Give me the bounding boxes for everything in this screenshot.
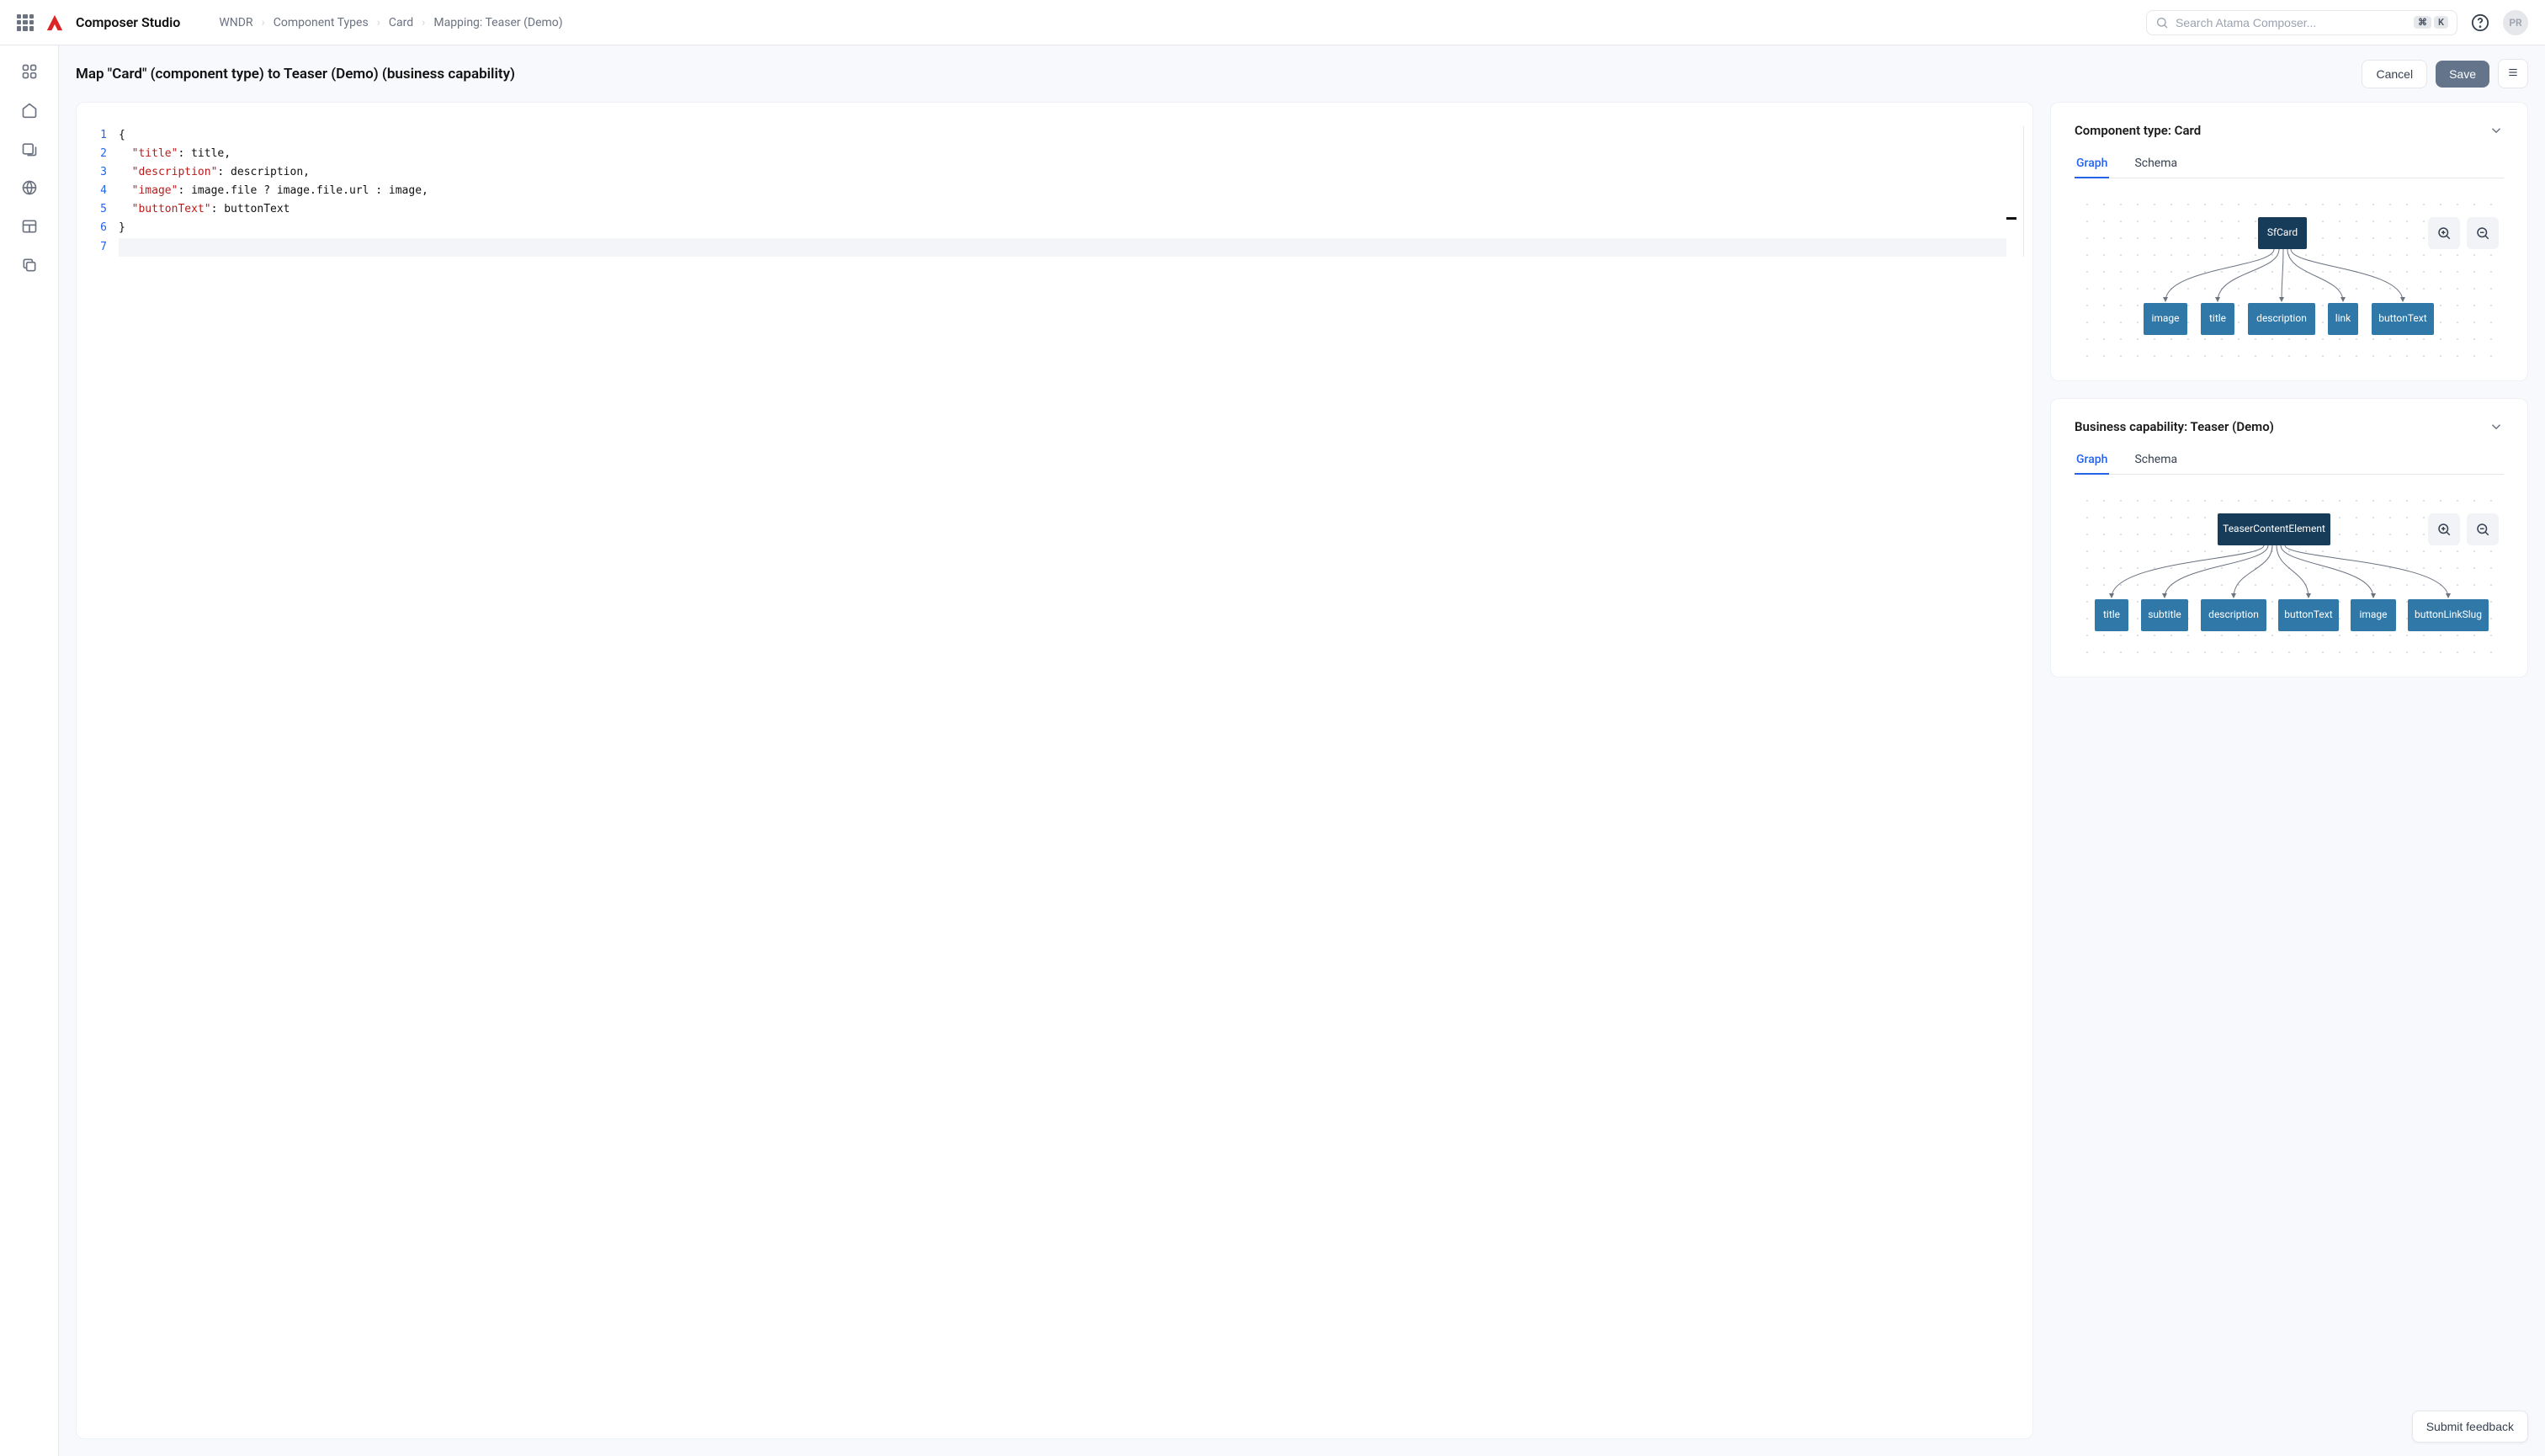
page-actions: Cancel Save [2362, 59, 2528, 88]
panel-title: Component type: Card [2075, 123, 2201, 138]
search-input-container[interactable]: ⌘ K [2146, 10, 2457, 35]
graph-canvas[interactable]: TeaserContentElement title subtitle desc… [2075, 488, 2504, 656]
component-type-panel: Component type: Card Graph Schema [2050, 102, 2528, 381]
graph-node: description [2208, 608, 2259, 620]
code-key: "title" [132, 147, 178, 160]
graph-svg: SfCard image title description link butt [2075, 192, 2504, 360]
app-title: Composer Studio [76, 14, 180, 30]
graph-node: description [2256, 312, 2307, 324]
graph-node: buttonText [2284, 608, 2332, 620]
graph-canvas[interactable]: SfCard image title description link butt [2075, 192, 2504, 360]
graph-node: image [2359, 608, 2387, 620]
copy-icon[interactable] [20, 256, 39, 274]
app-header: Composer Studio WNDR › Component Types ›… [0, 0, 2545, 45]
tabs: Graph Schema [2075, 446, 2504, 475]
line-number: 3 [77, 163, 107, 182]
keyboard-shortcut: ⌘ K [2414, 16, 2448, 29]
graph-node: title [2209, 312, 2226, 324]
kbd-cmd: ⌘ [2414, 16, 2431, 29]
chevron-right-icon: › [377, 16, 380, 29]
line-number: 6 [77, 219, 107, 237]
code-text: { [119, 129, 125, 141]
breadcrumb-item[interactable]: WNDR [219, 16, 252, 29]
line-number: 4 [77, 182, 107, 200]
apps-grid-icon[interactable] [17, 14, 34, 31]
more-menu-button[interactable] [2498, 59, 2528, 88]
search-icon [2155, 16, 2169, 29]
chevron-down-icon[interactable] [2489, 419, 2504, 434]
line-number: 2 [77, 145, 107, 163]
breadcrumb-item[interactable]: Card [389, 16, 413, 29]
panel-header: Business capability: Teaser (Demo) [2075, 419, 2504, 434]
tab-schema[interactable]: Schema [2133, 150, 2179, 178]
graph-node-root: SfCard [2267, 226, 2298, 238]
graph-node: link [2335, 312, 2351, 324]
logo-icon[interactable] [45, 13, 64, 32]
graph-node: image [2151, 312, 2179, 324]
line-number: 7 [77, 238, 107, 257]
chevron-down-icon[interactable] [2489, 123, 2504, 138]
line-number: 1 [77, 126, 107, 145]
panel-header: Component type: Card [2075, 123, 2504, 138]
code-key: "image" [132, 184, 178, 197]
kbd-k: K [2434, 16, 2448, 29]
content-area: 1 2 3 4 5 6 7 { "title": title, "descrip… [59, 102, 2545, 1456]
home-icon[interactable] [20, 101, 39, 120]
panel-title: Business capability: Teaser (Demo) [2075, 419, 2274, 434]
gallery-icon[interactable] [20, 140, 39, 158]
page-title: Map "Card" (component type) to Teaser (D… [76, 66, 515, 82]
cancel-button[interactable]: Cancel [2362, 60, 2427, 88]
code-key: "buttonText" [132, 203, 211, 215]
graph-svg: TeaserContentElement title subtitle desc… [2075, 488, 2504, 656]
line-gutter: 1 2 3 4 5 6 7 [77, 126, 119, 257]
header-left: Composer Studio [17, 13, 180, 32]
code-content[interactable]: { "title": title, "description": descrip… [119, 126, 2024, 257]
page-header: Map "Card" (component type) to Teaser (D… [59, 45, 2545, 102]
dashboard-icon[interactable] [20, 62, 39, 81]
main-content: Map "Card" (component type) to Teaser (D… [59, 45, 2545, 1456]
tab-graph[interactable]: Graph [2075, 446, 2109, 475]
chevron-right-icon: › [422, 16, 425, 29]
tab-schema[interactable]: Schema [2133, 446, 2179, 475]
code-text: : buttonText [211, 203, 290, 215]
right-column: Component type: Card Graph Schema [2050, 102, 2528, 1439]
graph-node: title [2103, 608, 2120, 620]
graph-node-root: TeaserContentElement [2223, 523, 2325, 534]
chevron-right-icon: › [262, 16, 265, 29]
sidebar [0, 45, 59, 1456]
globe-icon[interactable] [20, 178, 39, 197]
layout-icon[interactable] [20, 217, 39, 236]
line-number: 5 [77, 200, 107, 219]
code-editor[interactable]: 1 2 3 4 5 6 7 { "title": title, "descrip… [77, 126, 2032, 257]
code-text: : image.file ? image.file.url : image, [178, 184, 428, 197]
breadcrumb-item[interactable]: Mapping: Teaser (Demo) [433, 16, 562, 29]
breadcrumb: WNDR › Component Types › Card › Mapping:… [219, 16, 562, 29]
code-editor-panel: 1 2 3 4 5 6 7 { "title": title, "descrip… [76, 102, 2033, 1439]
submit-feedback-button[interactable]: Submit feedback [2412, 1411, 2528, 1443]
tabs: Graph Schema [2075, 150, 2504, 178]
graph-node: buttonText [2378, 312, 2426, 324]
scroll-marker [2006, 217, 2016, 220]
save-button[interactable]: Save [2436, 61, 2489, 88]
code-text: } [119, 221, 125, 234]
search-input[interactable] [2176, 16, 2407, 29]
tab-graph[interactable]: Graph [2075, 150, 2109, 178]
graph-node: buttonLinkSlug [2415, 608, 2482, 620]
graph-node: subtitle [2148, 608, 2181, 620]
code-text: : title, [178, 147, 231, 160]
code-text: : description, [217, 166, 310, 178]
avatar[interactable]: PR [2503, 10, 2528, 35]
code-key: "description" [132, 166, 218, 178]
help-icon[interactable] [2471, 13, 2489, 32]
header-right: ⌘ K PR [2146, 10, 2528, 35]
menu-icon [2507, 66, 2519, 78]
business-capability-panel: Business capability: Teaser (Demo) Graph… [2050, 398, 2528, 678]
breadcrumb-item[interactable]: Component Types [274, 16, 369, 29]
